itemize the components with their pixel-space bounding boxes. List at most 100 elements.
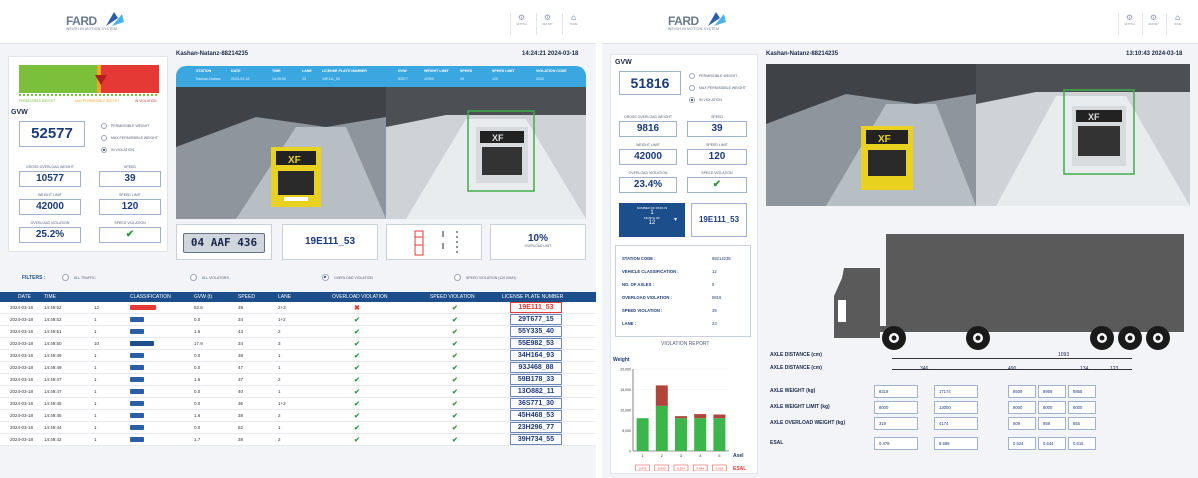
table-row[interactable]: 2024-03-18 14:49:50 10 17.9 34 3 ✔ ✔ 55E982_53 <box>0 337 596 351</box>
violation-cell: ✔ <box>328 409 426 423</box>
summary-header: SPEED LIMIT <box>492 69 515 73</box>
cell-gvw: 0.0 <box>190 385 234 399</box>
home-button[interactable]: ⌂ HOME <box>1166 13 1188 35</box>
filter-speed-violation[interactable] <box>454 274 461 281</box>
esal-value: 0.644 <box>696 467 704 471</box>
settings-button[interactable]: ⚙ SETTING <box>1118 13 1140 35</box>
license-plate[interactable]: 36S771_30 <box>510 398 562 410</box>
plate-cell: 55Y335_40 <box>498 325 596 339</box>
gear-icon: ⚙ <box>517 13 526 22</box>
table-row[interactable]: 2024-03-18 14:49:47 1 1.6 37 2 ✔ ✔ 59B178_33 <box>0 373 596 387</box>
settings-button[interactable]: ⚙ SETTING <box>510 13 532 35</box>
license-plate[interactable]: 29T677_15 <box>510 314 562 326</box>
info-label: SPEED VIOLATION : <box>622 308 663 313</box>
table-row[interactable]: 2024-03-18 14:49:45 1 1.6 38 2 ✔ ✔ 45H468_53 <box>0 409 596 423</box>
license-plate[interactable]: 39H734_55 <box>510 434 562 446</box>
license-plate[interactable]: 19E111_53 <box>510 302 562 314</box>
cell-speed: 43 <box>234 325 274 339</box>
column-header[interactable]: CLASSIFICATION <box>126 292 190 302</box>
classification-cell <box>126 373 190 387</box>
license-plate[interactable]: 13O882_11 <box>510 386 562 398</box>
column-header[interactable]: SPEED VIOLATION <box>426 292 498 302</box>
summary-header: TIME <box>272 69 281 73</box>
filter-all-violators[interactable] <box>190 274 197 281</box>
y-tick-label: 5,000 <box>622 429 631 433</box>
filter-overload-violation[interactable] <box>322 274 329 281</box>
column-header[interactable]: SPEED <box>234 292 274 302</box>
axle-cell: 17174 <box>934 385 978 398</box>
table-row[interactable]: 2024-03-18 14:49:51 1 1.6 43 2 ✔ ✔ 55Y335_40 <box>0 325 596 339</box>
cell-lane: 3 <box>274 337 328 351</box>
column-header[interactable] <box>90 292 126 302</box>
violation-cell: ✔ <box>328 433 426 447</box>
report-button[interactable]: ⚙ REPORT <box>1142 13 1164 35</box>
cell-time: 14:49:42 <box>40 433 90 447</box>
cell-cls: 1 <box>90 361 126 375</box>
table-row[interactable]: 2024-03-18 14:49:45 1 0.0 36 1+2 ✔ ✔ 36S771_30 <box>0 397 596 411</box>
column-header[interactable]: LICENSE PLATE NUMBER <box>498 292 596 302</box>
cell-date: 2024-03-18 <box>0 361 40 375</box>
plate-cell: 29T677_15 <box>498 313 596 327</box>
violation-cell: ✔ <box>328 349 426 363</box>
cell-cls: 12 <box>90 302 126 315</box>
report-button[interactable]: ⚙ REPORT <box>536 13 558 35</box>
axle-cell: 8000 <box>874 401 918 414</box>
axle-distance-total-label: AXLE DISTANCE (cm) <box>770 352 822 358</box>
cell-lane: 1 <box>274 361 328 375</box>
cell-date: 2024-03-18 <box>0 313 40 327</box>
summary-header: LICENSE PLATE NUMBER <box>322 69 367 73</box>
violation-cell: ✔ <box>426 349 498 363</box>
axle-cell: 8000 <box>1008 401 1036 414</box>
dimension-line <box>892 358 1132 359</box>
bar-segment <box>694 414 707 419</box>
license-plate[interactable]: 55E982_53 <box>510 338 562 350</box>
scale-pointer-icon <box>95 75 107 85</box>
license-plate[interactable]: 23H296_77 <box>510 422 562 434</box>
violation-cell: ✔ <box>328 313 426 327</box>
pass-count-dropdown[interactable]: NUMBER OF PASS IN 1 MONTH OF 12 ▾ <box>619 203 685 237</box>
home-button[interactable]: ⌂ HOME <box>562 13 584 35</box>
column-header[interactable]: LANE <box>274 292 328 302</box>
column-header[interactable]: GVW (t) <box>190 292 234 302</box>
check-icon: ✔ <box>452 388 458 396</box>
bar-segment <box>636 418 649 451</box>
truck-axle-icon <box>414 230 458 256</box>
table-row[interactable]: 2024-03-18 14:49:49 1 0.0 38 1 ✔ ✔ 34H164_93 <box>0 349 596 363</box>
cell-gvw: 0.0 <box>190 361 234 375</box>
license-plate[interactable]: 34H164_93 <box>510 350 562 362</box>
axle-cell: 13000 <box>934 401 978 414</box>
info-label: NO. OF AXLES : <box>622 282 654 287</box>
column-header[interactable]: OVERLOAD VIOLATION <box>328 292 426 302</box>
check-icon: ✔ <box>354 328 360 336</box>
license-plate[interactable]: 59B178_33 <box>510 374 562 386</box>
cell-time: 14:49:47 <box>40 373 90 387</box>
license-plate[interactable]: 93J468_88 <box>510 362 562 374</box>
classification-cell <box>126 409 190 423</box>
traffic-table: DATE TIME CLASSIFICATION GVW (t) SPEED LANE OV… <box>0 292 596 447</box>
license-plate[interactable]: 45H468_53 <box>510 410 562 422</box>
vehicle-info-box: STATION CODE : 88214235 VEHICLE CLASSIFICA… <box>615 245 751 337</box>
table-row[interactable]: 2024-03-18 14:49:52 1 0.0 34 1+2 ✔ ✔ 29T677_15 <box>0 313 596 327</box>
table-row[interactable]: 2024-03-18 14:49:52 12 52.6 39 2+3 ✖ ✔ 19E111_53 <box>0 302 596 315</box>
table-row[interactable]: 2024-03-18 14:49:42 1 1.7 38 2 ✔ ✔ 39H734_55 <box>0 433 596 447</box>
svg-text:XF: XF <box>1088 112 1100 122</box>
column-header[interactable]: DATE <box>0 292 40 302</box>
check-icon: ✔ <box>354 436 360 444</box>
y-tick-label: 20,000 <box>620 368 631 372</box>
column-header[interactable]: TIME <box>40 292 90 302</box>
cell-lane: 1+2 <box>274 397 328 411</box>
summary-value: 2024-03-18 <box>231 77 250 81</box>
table-row[interactable]: 2024-03-18 14:49:47 1 0.0 40 1 ✔ ✔ 13O882_11 <box>0 385 596 399</box>
cell-lane: 2 <box>274 325 328 339</box>
svg-text:XF: XF <box>492 133 504 143</box>
axle-cell: 8855 <box>1068 385 1096 398</box>
violation-cell: ✔ <box>426 325 498 339</box>
axle-diagram-box <box>386 224 482 260</box>
table-row[interactable]: 2024-03-18 14:49:44 1 0.0 52 1 ✔ ✔ 23H296_77 <box>0 421 596 435</box>
cell-date: 2024-03-18 <box>0 397 40 411</box>
license-plate[interactable]: 55Y335_40 <box>510 326 562 338</box>
bar-segment <box>713 418 726 451</box>
table-row[interactable]: 2024-03-18 14:49:49 1 0.0 47 1 ✔ ✔ 93J468_88 <box>0 361 596 375</box>
filter-all-traffic[interactable] <box>62 274 69 281</box>
axle-row-label: AXLE WEIGHT LIMIT (kg) <box>770 404 830 410</box>
